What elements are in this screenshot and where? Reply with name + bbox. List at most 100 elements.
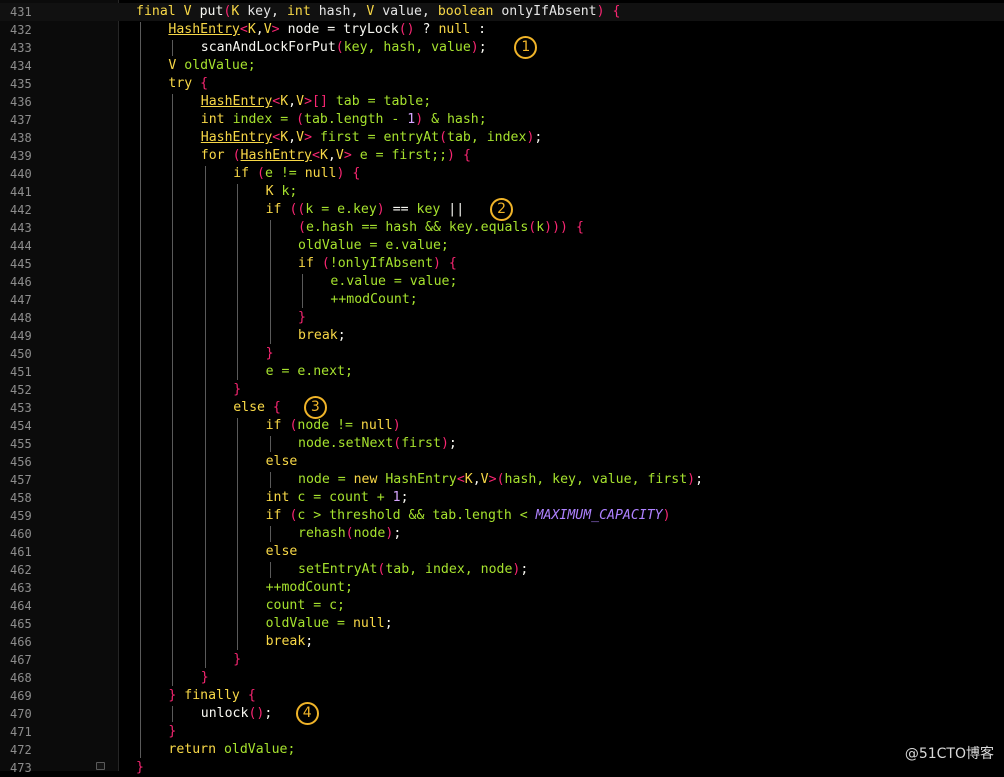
code-text[interactable]: e.value = value;: [330, 273, 457, 291]
code-line[interactable]: 434 V oldValue;: [0, 57, 1004, 75]
code-line[interactable]: 456 else: [0, 453, 1004, 471]
code-line[interactable]: 439 for (HashEntry<K,V> e = first;;) {: [0, 147, 1004, 165]
code-token: ==: [384, 202, 417, 217]
code-line[interactable]: 450}: [0, 345, 1004, 363]
code-token: K: [464, 472, 473, 487]
code-line[interactable]: 464 count = c;: [0, 597, 1004, 615]
code-text[interactable]: }: [233, 381, 241, 399]
code-text[interactable]: HashEntry<K,V> node = tryLock() ? null :: [168, 21, 486, 39]
code-text[interactable]: V oldValue;: [168, 57, 255, 75]
code-line[interactable]: 471}: [0, 723, 1004, 741]
code-line[interactable]: 472 return oldValue;: [0, 741, 1004, 759]
code-text[interactable]: if ((k = e.key) == key ||: [266, 201, 465, 219]
code-text[interactable]: if (e != null) {: [233, 165, 360, 183]
code-token: {: [440, 256, 457, 271]
code-text[interactable]: if (c > threshold && tab.length < MAXIMU…: [266, 507, 671, 525]
code-line[interactable]: 462 setEntryAt(tab, index, node);: [0, 561, 1004, 579]
line-number: 460: [10, 527, 32, 541]
code-line[interactable]: 452}: [0, 381, 1004, 399]
code-line[interactable]: 445 if (!onlyIfAbsent) {: [0, 255, 1004, 273]
code-text[interactable]: rehash(node);: [298, 525, 401, 543]
code-text[interactable]: }: [168, 723, 176, 741]
code-token: node =: [298, 472, 354, 487]
code-text[interactable]: } finally {: [168, 687, 255, 705]
code-text[interactable]: }: [233, 651, 241, 669]
indent-guide: [269, 526, 271, 542]
code-line[interactable]: 451 e = e.next;: [0, 363, 1004, 381]
code-text[interactable]: else {: [233, 399, 281, 417]
indent-guide: [204, 166, 206, 668]
code-line[interactable]: 446 e.value = value;: [0, 273, 1004, 291]
code-text[interactable]: }: [266, 345, 274, 363]
code-line[interactable]: 460 rehash(node);: [0, 525, 1004, 543]
code-line[interactable]: 444 oldValue = e.value;: [0, 237, 1004, 255]
code-text[interactable]: return oldValue;: [168, 741, 295, 759]
code-token: c = count +: [289, 490, 393, 505]
code-line[interactable]: 438 HashEntry<K,V> first = entryAt(tab, i…: [0, 129, 1004, 147]
code-line[interactable]: 457 node = new HashEntry<K,V>(hash, key, …: [0, 471, 1004, 489]
code-text[interactable]: e = e.next;: [266, 363, 353, 381]
code-line[interactable]: 436 HashEntry<K,V>[] tab = table;: [0, 93, 1004, 111]
code-text[interactable]: break;: [266, 633, 314, 651]
code-line[interactable]: 448}: [0, 309, 1004, 327]
code-text[interactable]: ++modCount;: [330, 291, 417, 309]
code-text[interactable]: if (!onlyIfAbsent) {: [298, 255, 457, 273]
code-text[interactable]: setEntryAt(tab, index, node);: [298, 561, 528, 579]
code-text[interactable]: K k;: [266, 183, 298, 201]
code-line[interactable]: 431 final V put(K key, int hash, V value,…: [0, 3, 1004, 21]
code-line[interactable]: 470 unlock();: [0, 705, 1004, 723]
code-line[interactable]: 459 if (c > threshold && tab.length < MAX…: [0, 507, 1004, 525]
code-line[interactable]: 465 oldValue = null;: [0, 615, 1004, 633]
code-text[interactable]: int c = count + 1;: [266, 489, 409, 507]
indent-guide: [237, 418, 239, 650]
code-line[interactable]: 463 ++modCount;: [0, 579, 1004, 597]
code-token: ;: [448, 436, 457, 451]
code-text[interactable]: }: [136, 759, 144, 777]
code-text[interactable]: oldValue = e.value;: [298, 237, 449, 255]
code-line[interactable]: 468}: [0, 669, 1004, 687]
code-line[interactable]: 432 HashEntry<K,V> node = tryLock() ? nul…: [0, 21, 1004, 39]
code-text[interactable]: }: [298, 309, 306, 327]
code-token: if: [265, 418, 282, 433]
code-text[interactable]: int index = (tab.length - 1) & hash;: [201, 111, 487, 129]
code-text[interactable]: HashEntry<K,V> first = entryAt(tab, inde…: [201, 129, 543, 147]
code-line[interactable]: 458 int c = count + 1;: [0, 489, 1004, 507]
code-line[interactable]: 473}: [0, 759, 1004, 777]
code-line[interactable]: 461 else: [0, 543, 1004, 561]
line-number: 468: [10, 671, 32, 685]
code-text[interactable]: if (node != null): [266, 417, 401, 435]
code-token: ): [415, 112, 424, 127]
code-text[interactable]: node = new HashEntry<K,V>(hash, key, val…: [298, 471, 703, 489]
code-line[interactable]: 455 node.setNext(first);: [0, 435, 1004, 453]
code-text[interactable]: (e.hash == hash && key.equals(k))) {: [298, 219, 584, 237]
code-line[interactable]: 467}: [0, 651, 1004, 669]
code-text[interactable]: scanAndLockForPut(key, hash, value);: [201, 39, 487, 57]
code-text[interactable]: count = c;: [266, 597, 345, 615]
code-text[interactable]: unlock();: [201, 705, 272, 723]
code-token: hash, key, value, first: [504, 472, 688, 487]
code-editor[interactable]: 431 final V put(K key, int hash, V value,…: [0, 0, 1004, 775]
code-line[interactable]: 447 ++modCount;: [0, 291, 1004, 309]
code-line[interactable]: 440 if (e != null) {: [0, 165, 1004, 183]
code-token: node.setNext: [298, 436, 394, 451]
code-line[interactable]: 433 scanAndLockForPut(key, hash, value);: [0, 39, 1004, 57]
code-line[interactable]: 449 break;: [0, 327, 1004, 345]
code-line[interactable]: 435 try {: [0, 75, 1004, 93]
code-line[interactable]: 443 (e.hash == hash && key.equals(k))) {: [0, 219, 1004, 237]
code-text[interactable]: node.setNext(first);: [298, 435, 457, 453]
code-line[interactable]: 453 else {: [0, 399, 1004, 417]
code-text[interactable]: final V put(K key, int hash, V value, bo…: [136, 3, 620, 21]
code-text[interactable]: }: [201, 669, 209, 687]
code-line[interactable]: 454 if (node != null): [0, 417, 1004, 435]
code-line[interactable]: 437 int index = (tab.length - 1) & hash;: [0, 111, 1004, 129]
code-line[interactable]: 469} finally {: [0, 687, 1004, 705]
code-text[interactable]: break;: [298, 327, 346, 345]
code-text[interactable]: ++modCount;: [266, 579, 353, 597]
code-text[interactable]: else: [266, 543, 298, 561]
code-text[interactable]: for (HashEntry<K,V> e = first;;) {: [201, 147, 471, 165]
code-text[interactable]: try {: [168, 75, 208, 93]
code-text[interactable]: HashEntry<K,V>[] tab = table;: [201, 93, 431, 111]
code-line[interactable]: 466 break;: [0, 633, 1004, 651]
code-text[interactable]: oldValue = null;: [266, 615, 393, 633]
code-text[interactable]: else: [266, 453, 298, 471]
